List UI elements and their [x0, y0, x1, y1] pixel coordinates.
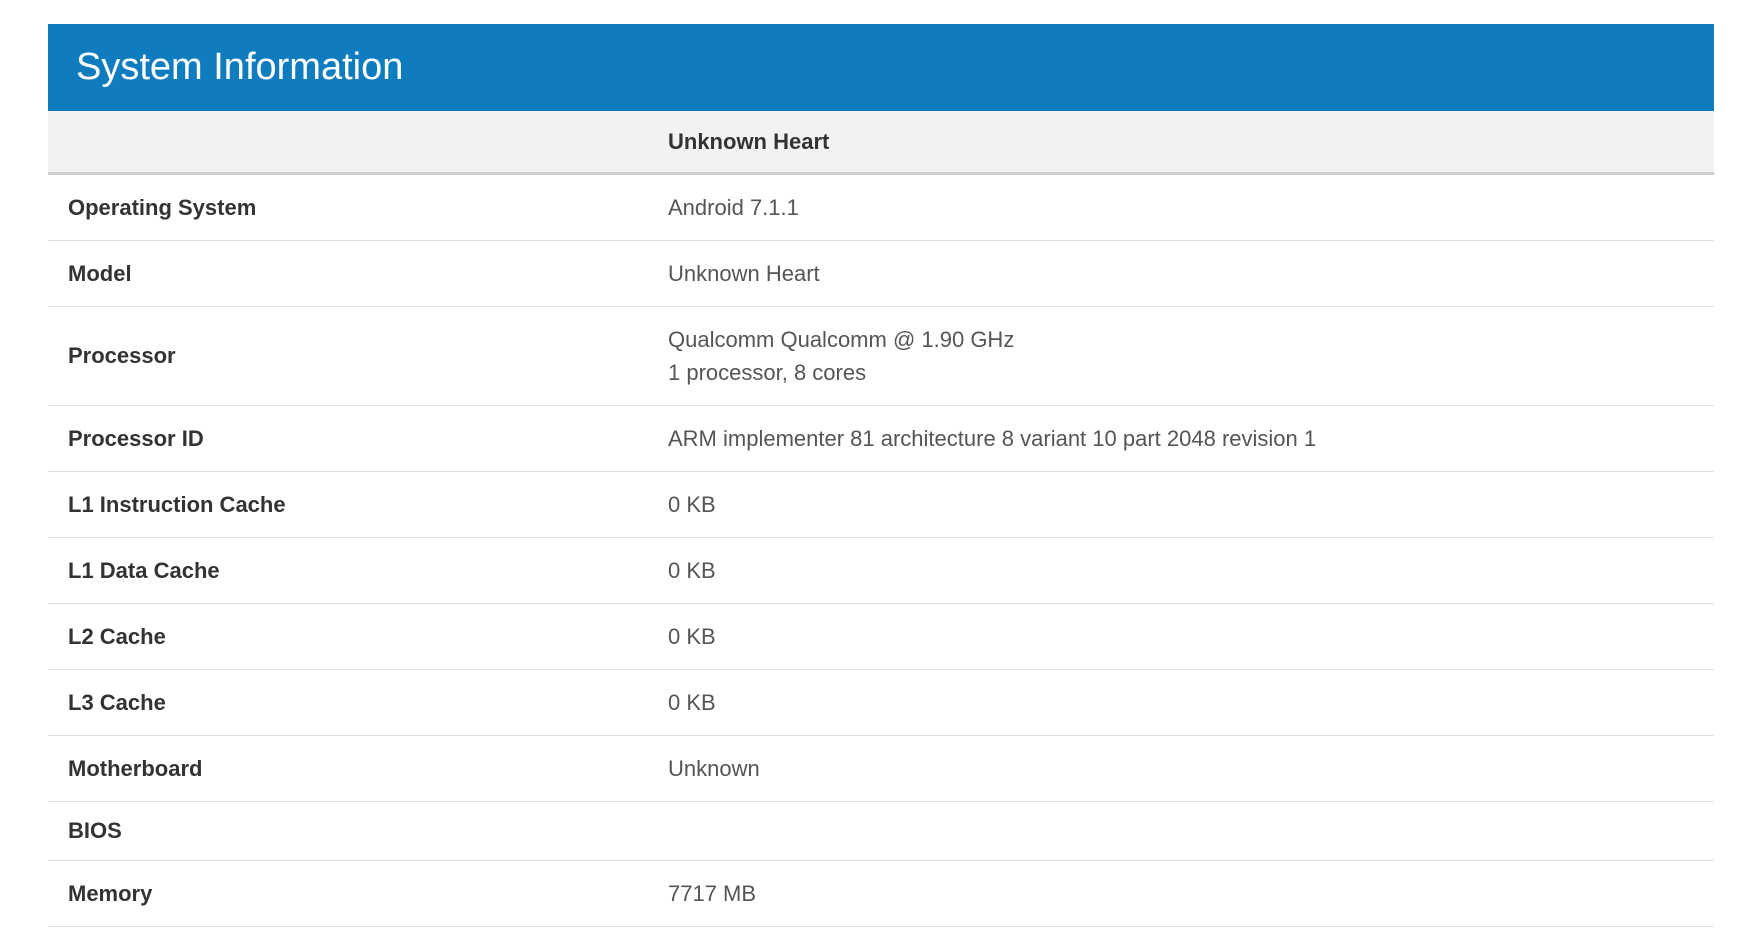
table-row: Memory 7717 MB: [48, 861, 1714, 927]
row-value: 0 KB: [668, 488, 716, 521]
row-value: 0 KB: [668, 686, 716, 719]
table-row: Processor Qualcomm Qualcomm @ 1.90 GHz 1…: [48, 307, 1714, 406]
device-name-spacer: [68, 125, 668, 158]
row-value: Android 7.1.1: [668, 191, 799, 224]
info-rows: Operating System Android 7.1.1 Model Unk…: [48, 175, 1714, 927]
row-label: Memory: [68, 881, 668, 907]
row-label: Processor: [68, 343, 668, 369]
table-row: L3 Cache 0 KB: [48, 670, 1714, 736]
row-value: Unknown Heart: [668, 257, 820, 290]
row-label: Processor ID: [68, 426, 668, 452]
table-row: Operating System Android 7.1.1: [48, 175, 1714, 241]
device-name-value: Unknown Heart: [668, 125, 829, 158]
row-value: ARM implementer 81 architecture 8 varian…: [668, 422, 1316, 455]
row-label: Motherboard: [68, 756, 668, 782]
row-value: 0 KB: [668, 620, 716, 653]
table-row: L1 Data Cache 0 KB: [48, 538, 1714, 604]
row-value: Qualcomm Qualcomm @ 1.90 GHz 1 processor…: [668, 323, 1014, 389]
panel-header: System Information: [48, 24, 1714, 111]
table-row: Motherboard Unknown: [48, 736, 1714, 802]
table-row: Model Unknown Heart: [48, 241, 1714, 307]
table-row: BIOS: [48, 802, 1714, 861]
row-value: 0 KB: [668, 554, 716, 587]
table-row: L1 Instruction Cache 0 KB: [48, 472, 1714, 538]
row-value: 7717 MB: [668, 877, 756, 910]
row-label: L3 Cache: [68, 690, 668, 716]
table-row: L2 Cache 0 KB: [48, 604, 1714, 670]
table-row: Processor ID ARM implementer 81 architec…: [48, 406, 1714, 472]
row-label: Model: [68, 261, 668, 287]
row-label: L1 Instruction Cache: [68, 492, 668, 518]
row-label: Operating System: [68, 195, 668, 221]
row-label: BIOS: [68, 818, 668, 844]
row-label: L1 Data Cache: [68, 558, 668, 584]
row-value: Unknown: [668, 752, 760, 785]
system-info-panel: System Information Unknown Heart Operati…: [48, 24, 1714, 927]
panel-title: System Information: [76, 46, 403, 88]
row-label: L2 Cache: [68, 624, 668, 650]
device-name-row: Unknown Heart: [48, 111, 1714, 175]
